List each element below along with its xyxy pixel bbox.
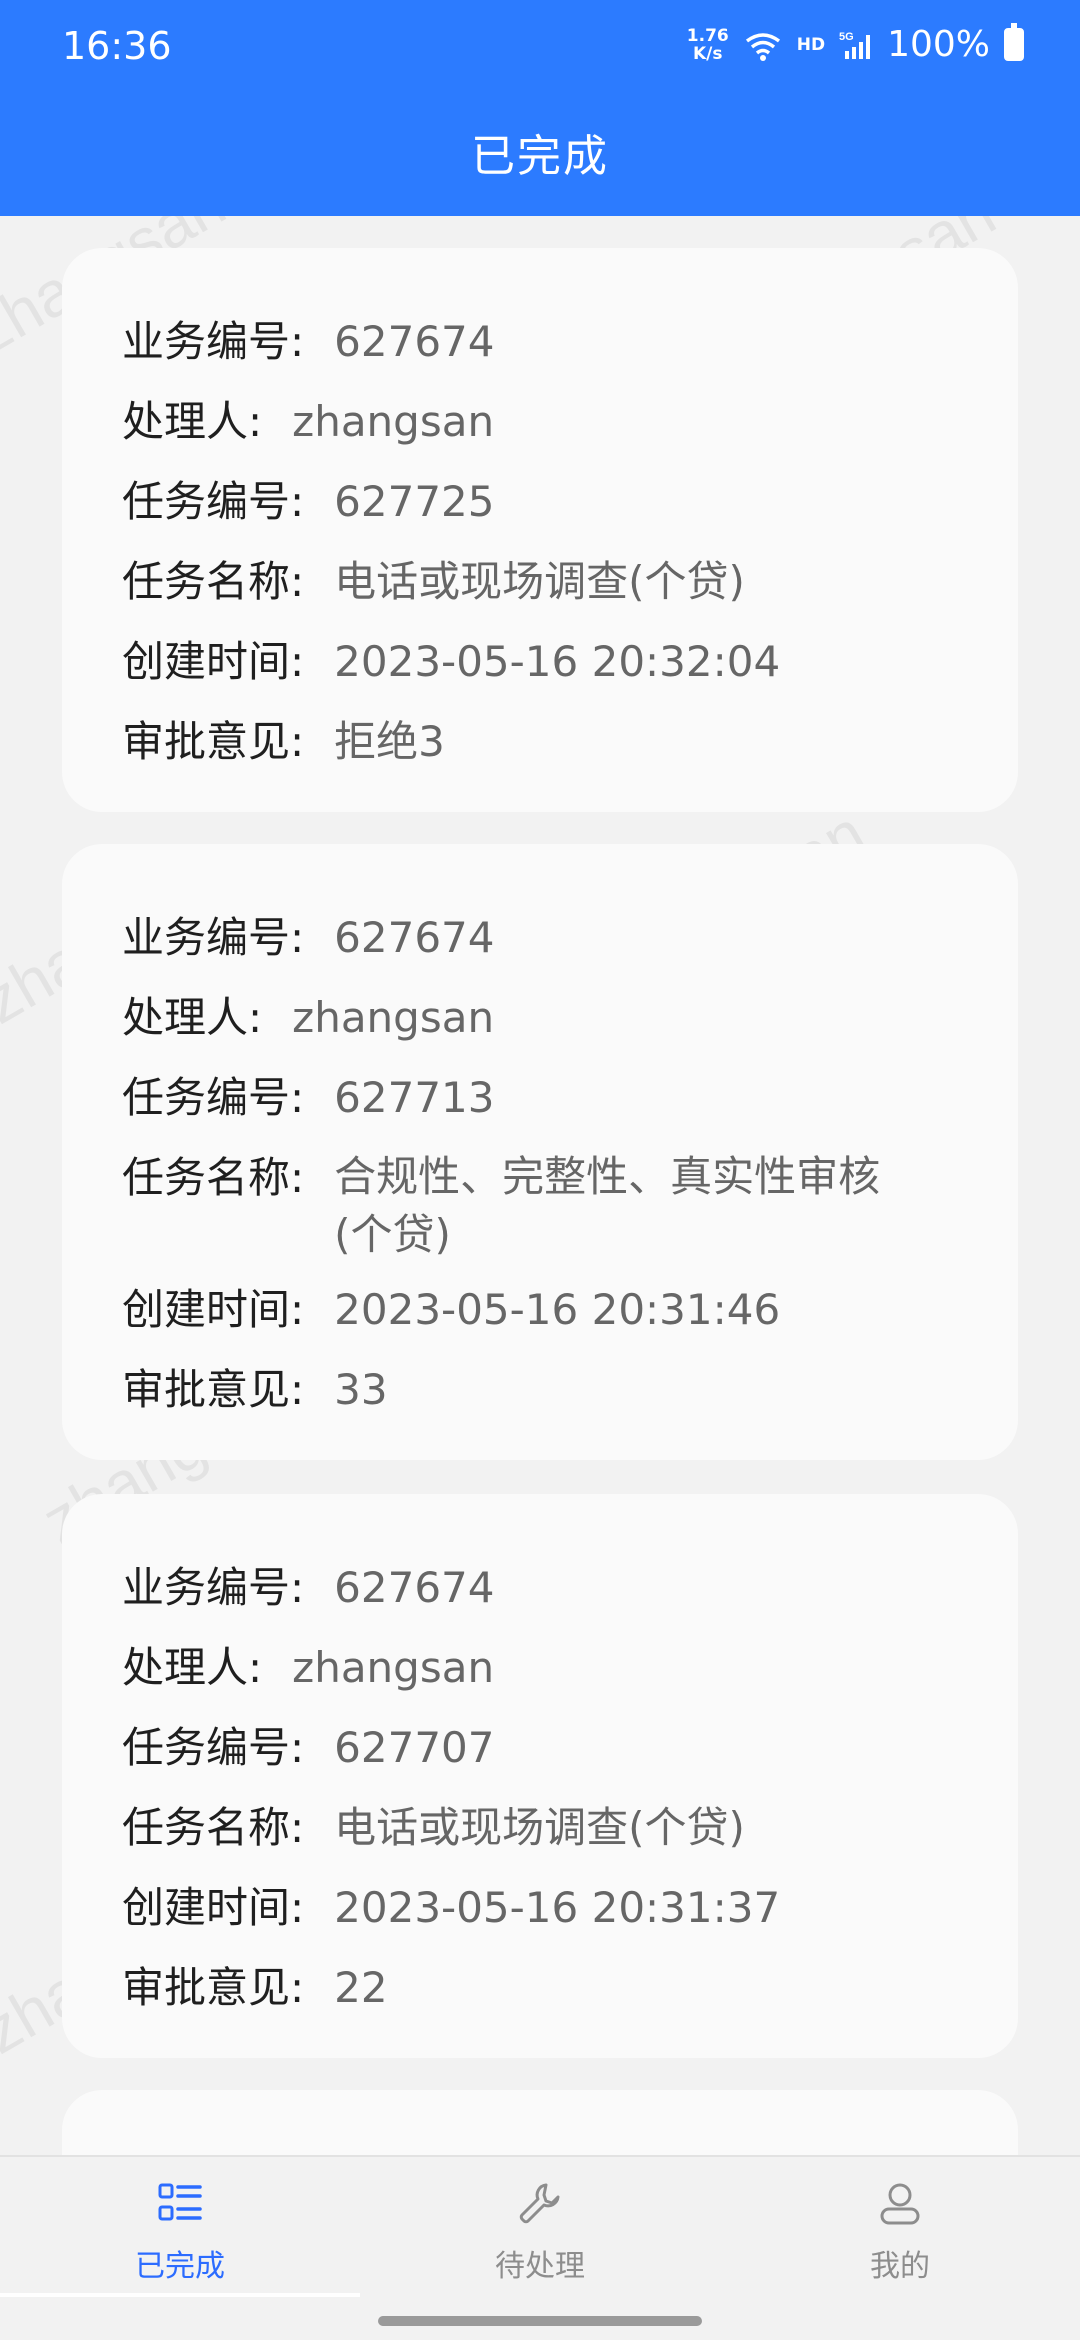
task-no-label: 任务编号: (122, 477, 305, 526)
created-at-label: 创建时间: (122, 1285, 305, 1334)
business-no-label: 业务编号: (122, 1563, 305, 1612)
task-name-row: 任务名称: 电话或现场调查(个贷) (122, 1798, 914, 1858)
record-card[interactable]: 业务编号: 627674 处理人: zhangsan 任务编号: 627725 … (62, 248, 1018, 812)
approval-label: 审批意见: (122, 717, 305, 766)
person-icon (880, 2183, 920, 2225)
business-no-value: 627674 (334, 317, 495, 366)
bottom-tab-bar: 已完成 待处理 我的 (0, 2155, 1080, 2295)
approval-value: 33 (334, 1365, 388, 1414)
business-no-row: 业务编号: 627674 (122, 1558, 914, 1618)
app-header: 16:36 1.76 K/s HD 5G 100% 已完成 (0, 0, 1080, 216)
task-name-label: 任务名称: (122, 1803, 305, 1852)
task-no-value: 627725 (334, 477, 495, 526)
task-no-row: 任务编号: 627725 (122, 472, 914, 532)
business-no-value: 627674 (334, 1563, 495, 1612)
task-no-label: 任务编号: (122, 1723, 305, 1772)
business-no-row: 业务编号: 627674 (122, 312, 914, 372)
task-no-row: 任务编号: 627707 (122, 1718, 914, 1778)
tab-completed[interactable]: 已完成 (0, 2157, 360, 2297)
approval-label: 审批意见: (122, 1365, 305, 1414)
approval-value: 22 (334, 1963, 388, 2012)
task-name-row: 任务名称: 合规性、完整性、真实性审核(个贷) (122, 1148, 914, 1264)
wifi-icon (745, 32, 780, 61)
tab-pending[interactable]: 待处理 (360, 2157, 720, 2297)
task-name-value: 电话或现场调查(个贷) (334, 1803, 745, 1852)
task-name-row: 任务名称: 电话或现场调查(个贷) (122, 552, 914, 612)
handler-label: 处理人: (122, 1643, 263, 1692)
handler-row: 处理人: zhangsan (122, 1638, 872, 1698)
approval-row: 审批意见: 22 (122, 1958, 914, 2018)
battery-icon (1004, 23, 1024, 61)
business-no-label: 业务编号: (122, 317, 305, 366)
page-title: 已完成 (471, 131, 609, 182)
list-icon (158, 2183, 202, 2221)
home-indicator[interactable] (378, 2316, 702, 2326)
business-no-row: 业务编号: 627674 (122, 908, 914, 968)
task-name-label: 任务名称: (122, 1153, 305, 1202)
handler-row: 处理人: zhangsan (122, 392, 872, 452)
status-icons: 1.76 K/s HD 5G 100% (687, 23, 1024, 65)
network-speed-value: 1.76 (686, 25, 729, 46)
created-at-label: 创建时间: (122, 1883, 305, 1932)
approval-row: 审批意见: 拒绝3 (122, 712, 914, 772)
wrench-icon (519, 2183, 560, 2224)
handler-value: zhangsan (292, 1643, 495, 1692)
handler-value: zhangsan (292, 397, 495, 446)
task-no-value: 627713 (334, 1073, 495, 1122)
created-at-row: 创建时间: 2023-05-16 20:31:37 (122, 1878, 914, 1938)
svg-text:5G: 5G (839, 31, 854, 43)
created-at-row: 创建时间: 2023-05-16 20:32:04 (122, 632, 914, 692)
tab-mine[interactable]: 我的 (720, 2157, 1080, 2297)
created-at-value: 2023-05-16 20:31:37 (334, 1883, 781, 1932)
active-tab-indicator (0, 2293, 360, 2297)
handler-row: 处理人: zhangsan (122, 988, 872, 1048)
task-name-value: 合规性、完整性、真实性审核(个贷) (334, 1152, 881, 1259)
signal-5g-icon: 5G (839, 31, 871, 59)
created-at-row: 创建时间: 2023-05-16 20:31:46 (122, 1280, 914, 1340)
status-time: 16:36 (62, 24, 172, 68)
status-bar: 16:36 1.76 K/s HD 5G 100% (0, 0, 1080, 95)
task-no-value: 627707 (334, 1723, 495, 1772)
network-speed: 1.76 K/s (687, 27, 729, 63)
hd-indicator: HD (796, 34, 826, 55)
network-speed-unit: K/s (693, 43, 723, 64)
approval-row: 审批意见: 33 (122, 1360, 914, 1420)
record-card[interactable]: 业务编号: 627674 处理人: zhangsan 任务编号: 627707 … (62, 1494, 1018, 2058)
record-card[interactable]: 业务编号: 627674 处理人: zhangsan 任务编号: 627713 … (62, 844, 1018, 1460)
tab-label: 我的 (870, 2249, 930, 2284)
task-name-value: 电话或现场调查(个贷) (334, 557, 745, 606)
created-at-value: 2023-05-16 20:32:04 (334, 637, 781, 686)
handler-value: zhangsan (292, 993, 495, 1042)
handler-label: 处理人: (122, 993, 263, 1042)
task-name-label: 任务名称: (122, 557, 305, 606)
battery-percent: 100% (887, 24, 990, 65)
handler-label: 处理人: (122, 397, 263, 446)
approval-label: 审批意见: (122, 1963, 305, 2012)
created-at-value: 2023-05-16 20:31:46 (334, 1285, 781, 1334)
tab-label: 已完成 (135, 2249, 225, 2284)
created-at-label: 创建时间: (122, 637, 305, 686)
business-no-value: 627674 (334, 913, 495, 962)
tab-label: 待处理 (495, 2249, 585, 2284)
task-no-label: 任务编号: (122, 1073, 305, 1122)
business-no-label: 业务编号: (122, 913, 305, 962)
approval-value: 拒绝3 (334, 717, 445, 766)
task-no-row: 任务编号: 627713 (122, 1068, 914, 1128)
